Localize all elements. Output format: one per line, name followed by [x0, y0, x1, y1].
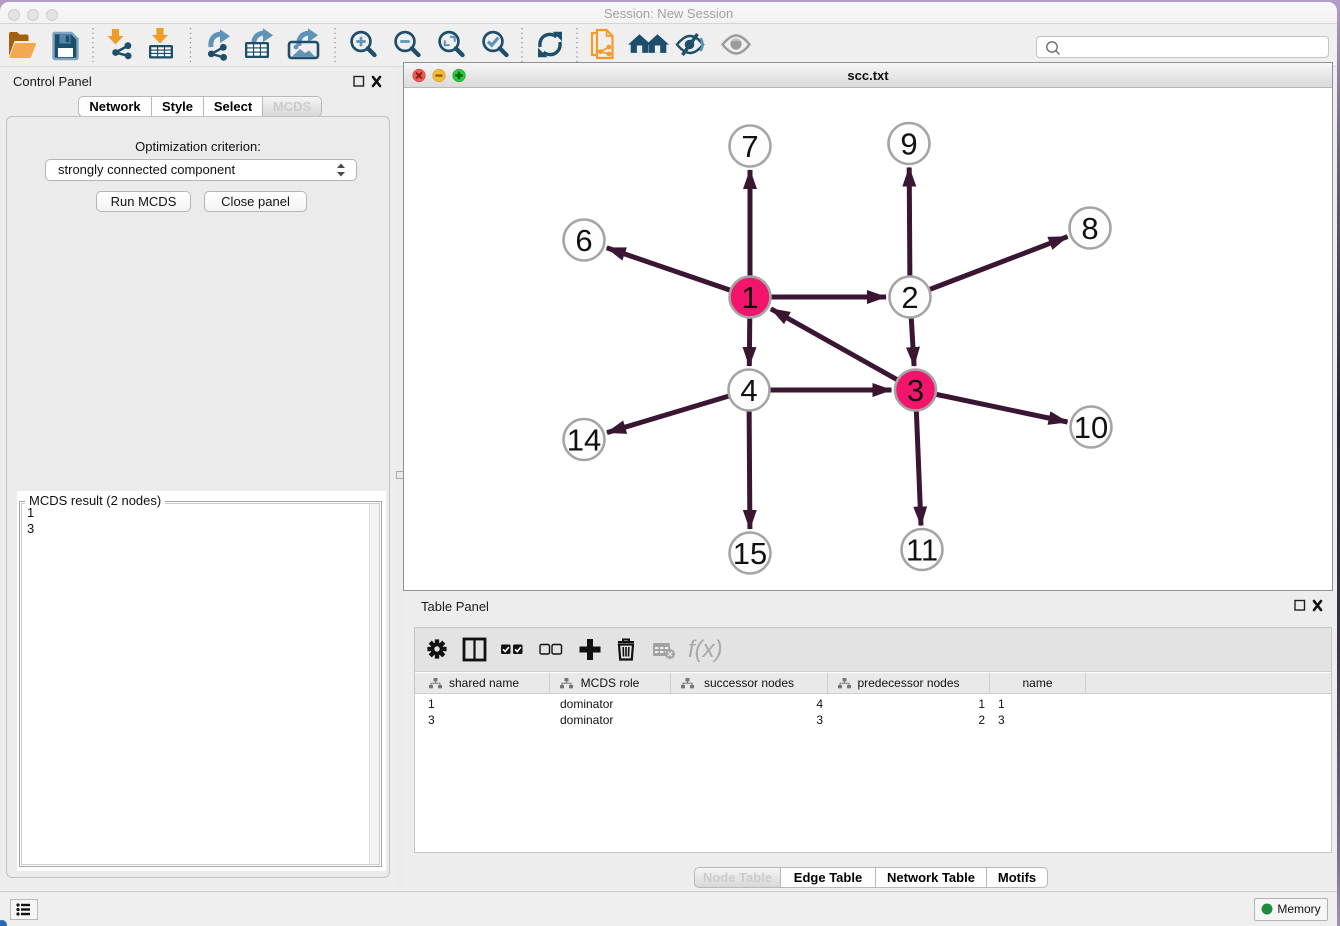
- svg-text:7: 7: [741, 129, 758, 164]
- svg-text:6: 6: [575, 223, 592, 258]
- svg-text:15: 15: [733, 536, 767, 571]
- svg-text:2: 2: [901, 280, 918, 315]
- svg-text:f(x): f(x): [688, 636, 723, 663]
- svg-text:1: 1: [741, 280, 758, 315]
- svg-text:3: 3: [907, 373, 924, 408]
- svg-text:9: 9: [900, 127, 917, 162]
- svg-text:11: 11: [906, 533, 938, 568]
- svg-text:8: 8: [1081, 211, 1098, 246]
- svg-text:4: 4: [740, 373, 757, 408]
- svg-text:10: 10: [1074, 410, 1108, 445]
- svg-text:14: 14: [567, 423, 601, 458]
